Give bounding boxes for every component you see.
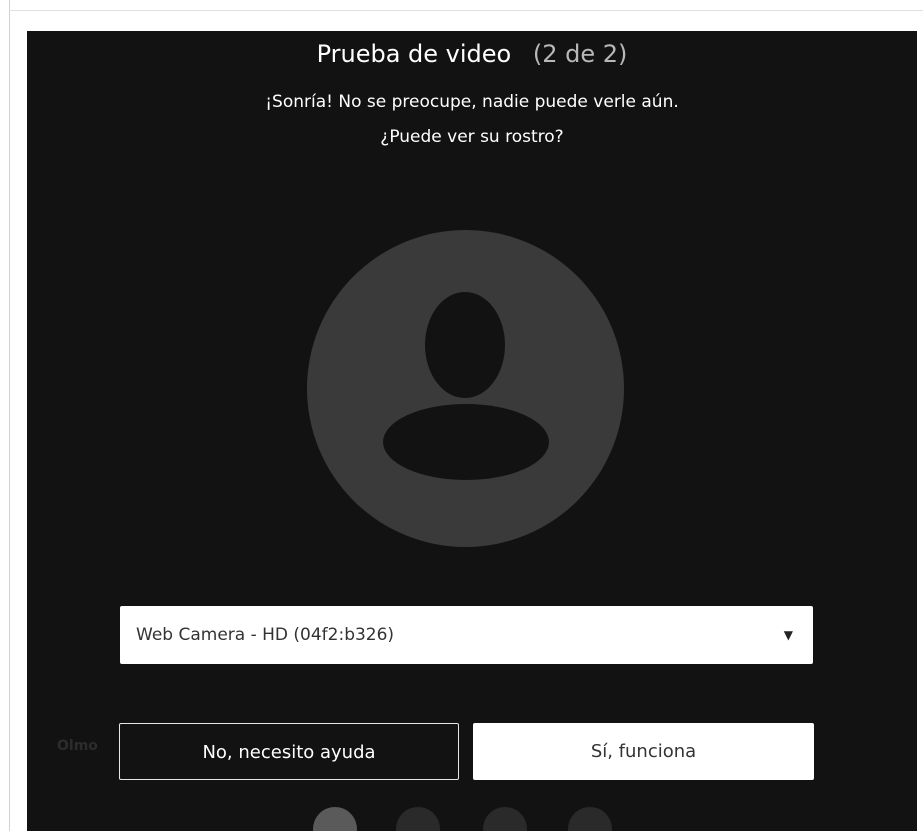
avatar-head-icon <box>425 292 505 398</box>
dropdown-caret-icon: ▼ <box>783 628 793 642</box>
screenshot-frame: Prueba de video (2 de 2) ¡Sonría! No se … <box>0 0 923 831</box>
toolbar-control-button[interactable] <box>483 807 527 831</box>
video-test-dialog: Prueba de video (2 de 2) ¡Sonría! No se … <box>27 31 917 831</box>
camera-select-value: Web Camera - HD (04f2:b326) <box>136 625 395 645</box>
toolbar-control-button[interactable] <box>396 807 440 831</box>
top-border <box>9 10 923 11</box>
avatar-body-icon <box>383 404 549 480</box>
dialog-subtitle-line2: ¿Puede ver su rostro? <box>380 127 564 147</box>
dialog-step-indicator: (2 de 2) <box>532 40 628 68</box>
background-name-label: Olmo <box>57 738 98 754</box>
toolbar-control-button[interactable] <box>568 807 612 831</box>
camera-select[interactable]: Web Camera - HD (04f2:b326) ▼ <box>120 606 813 664</box>
video-preview-avatar <box>307 230 624 547</box>
left-border <box>9 0 10 831</box>
it-works-button[interactable]: Sí, funciona <box>473 723 814 780</box>
toolbar-controls <box>27 807 917 831</box>
dialog-title: Prueba de video (2 de 2) <box>27 39 917 69</box>
need-help-button[interactable]: No, necesito ayuda <box>119 723 459 780</box>
dialog-subtitle-line1: ¡Sonría! No se preocupe, nadie puede ver… <box>265 92 679 112</box>
dialog-title-text: Prueba de video <box>316 40 512 68</box>
toolbar-control-button[interactable] <box>313 807 357 831</box>
